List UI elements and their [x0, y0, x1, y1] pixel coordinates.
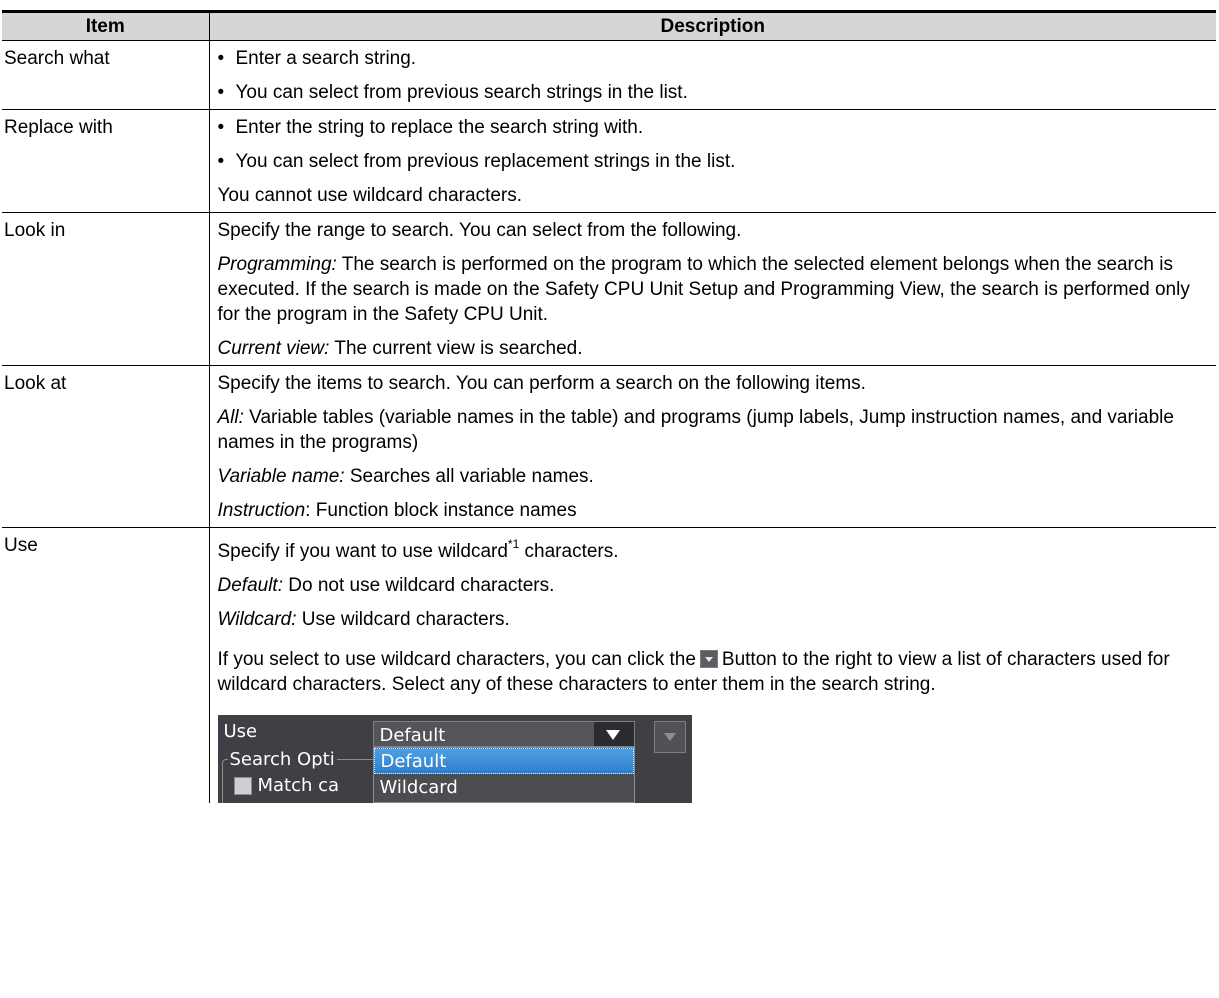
bullet-item: • You can select from previous replacemen… — [217, 151, 736, 172]
header-item: Item — [2, 10, 209, 41]
option-instruction: Instruction: Function block instance nam… — [217, 500, 577, 521]
item-cell: Replace with — [2, 109, 210, 213]
chevron-down-icon — [699, 650, 718, 668]
chevron-down-icon[interactable] — [593, 722, 634, 746]
footnote-marker: *1 — [507, 537, 520, 551]
option-current-view: Current view: The current view is search… — [217, 338, 583, 359]
match-case-label: Match ca — [257, 775, 340, 796]
description-cell: Specify the range to search. You can sel… — [209, 212, 1216, 366]
intro-text: Specify if you want to use wildcard*1 ch… — [217, 537, 619, 562]
table-row: Replace with • Enter the string to replac… — [2, 109, 1216, 213]
description-cell: • Enter the string to replace the search … — [209, 109, 1216, 213]
intro-text: Specify the range to search. You can sel… — [217, 220, 742, 241]
table-row: Search what • Enter a search string. • You… — [2, 40, 1216, 110]
bullet-item: • Enter a search string. — [217, 48, 417, 69]
bullet-item: • Enter the string to replace the search … — [217, 117, 644, 138]
option-all: All: Variable tables (variable names in … — [217, 407, 1174, 453]
use-label: Use — [223, 721, 258, 742]
use-dropdown-list: Default Wildcard — [372, 747, 635, 803]
description-cell: Specify if you want to use wildcard*1 ch… — [209, 528, 1216, 803]
use-dropdown-screenshot: Use Default Search Opti Match ca Default… — [217, 715, 692, 803]
item-cell: Search what — [2, 40, 210, 110]
table-row: Look at Specify the items to search. You… — [2, 365, 1216, 528]
table-row: Look in Specify the range to search. You… — [2, 212, 1216, 366]
table-row: Use Specify if you want to use wildcard*… — [2, 527, 1216, 803]
combo-value: Default — [379, 725, 446, 746]
wildcard-list-button[interactable] — [653, 721, 686, 753]
header-description: Description — [208, 10, 1216, 41]
bullet-item: • You can select from previous search str… — [217, 82, 688, 103]
note-text: You cannot use wildcard characters. — [217, 185, 523, 206]
use-combo-box[interactable]: Default — [372, 721, 635, 747]
option-programming: Programming: The search is performed on … — [217, 254, 1190, 325]
option-wildcard: Wildcard: Use wildcard characters. — [217, 609, 510, 630]
item-cell: Look in — [2, 212, 210, 366]
item-cell: Look at — [2, 365, 210, 528]
dropdown-option-wildcard[interactable]: Wildcard — [374, 775, 634, 801]
option-variable-name: Variable name: Searches all variable nam… — [217, 466, 594, 487]
description-cell: • Enter a search string. • You can select … — [209, 40, 1216, 110]
option-default: Default: Do not use wildcard characters. — [217, 575, 555, 596]
bullet-icon: • — [217, 151, 225, 172]
description-cell: Specify the items to search. You can per… — [209, 365, 1216, 528]
item-description-table: Item Description Search what • Enter a se… — [2, 10, 1216, 803]
item-cell: Use — [2, 527, 210, 803]
intro-text: Specify the items to search. You can per… — [217, 373, 866, 394]
table-header-row: Item Description — [2, 10, 1216, 41]
dropdown-option-default[interactable]: Default — [373, 748, 634, 774]
wildcard-hint: If you select to use wildcard characters… — [217, 649, 1170, 695]
bullet-icon: • — [217, 117, 225, 138]
search-options-label: Search Opti — [227, 747, 337, 772]
bullet-icon: • — [217, 82, 225, 103]
bullet-icon: • — [217, 48, 225, 69]
match-case-checkbox[interactable] — [233, 777, 252, 795]
